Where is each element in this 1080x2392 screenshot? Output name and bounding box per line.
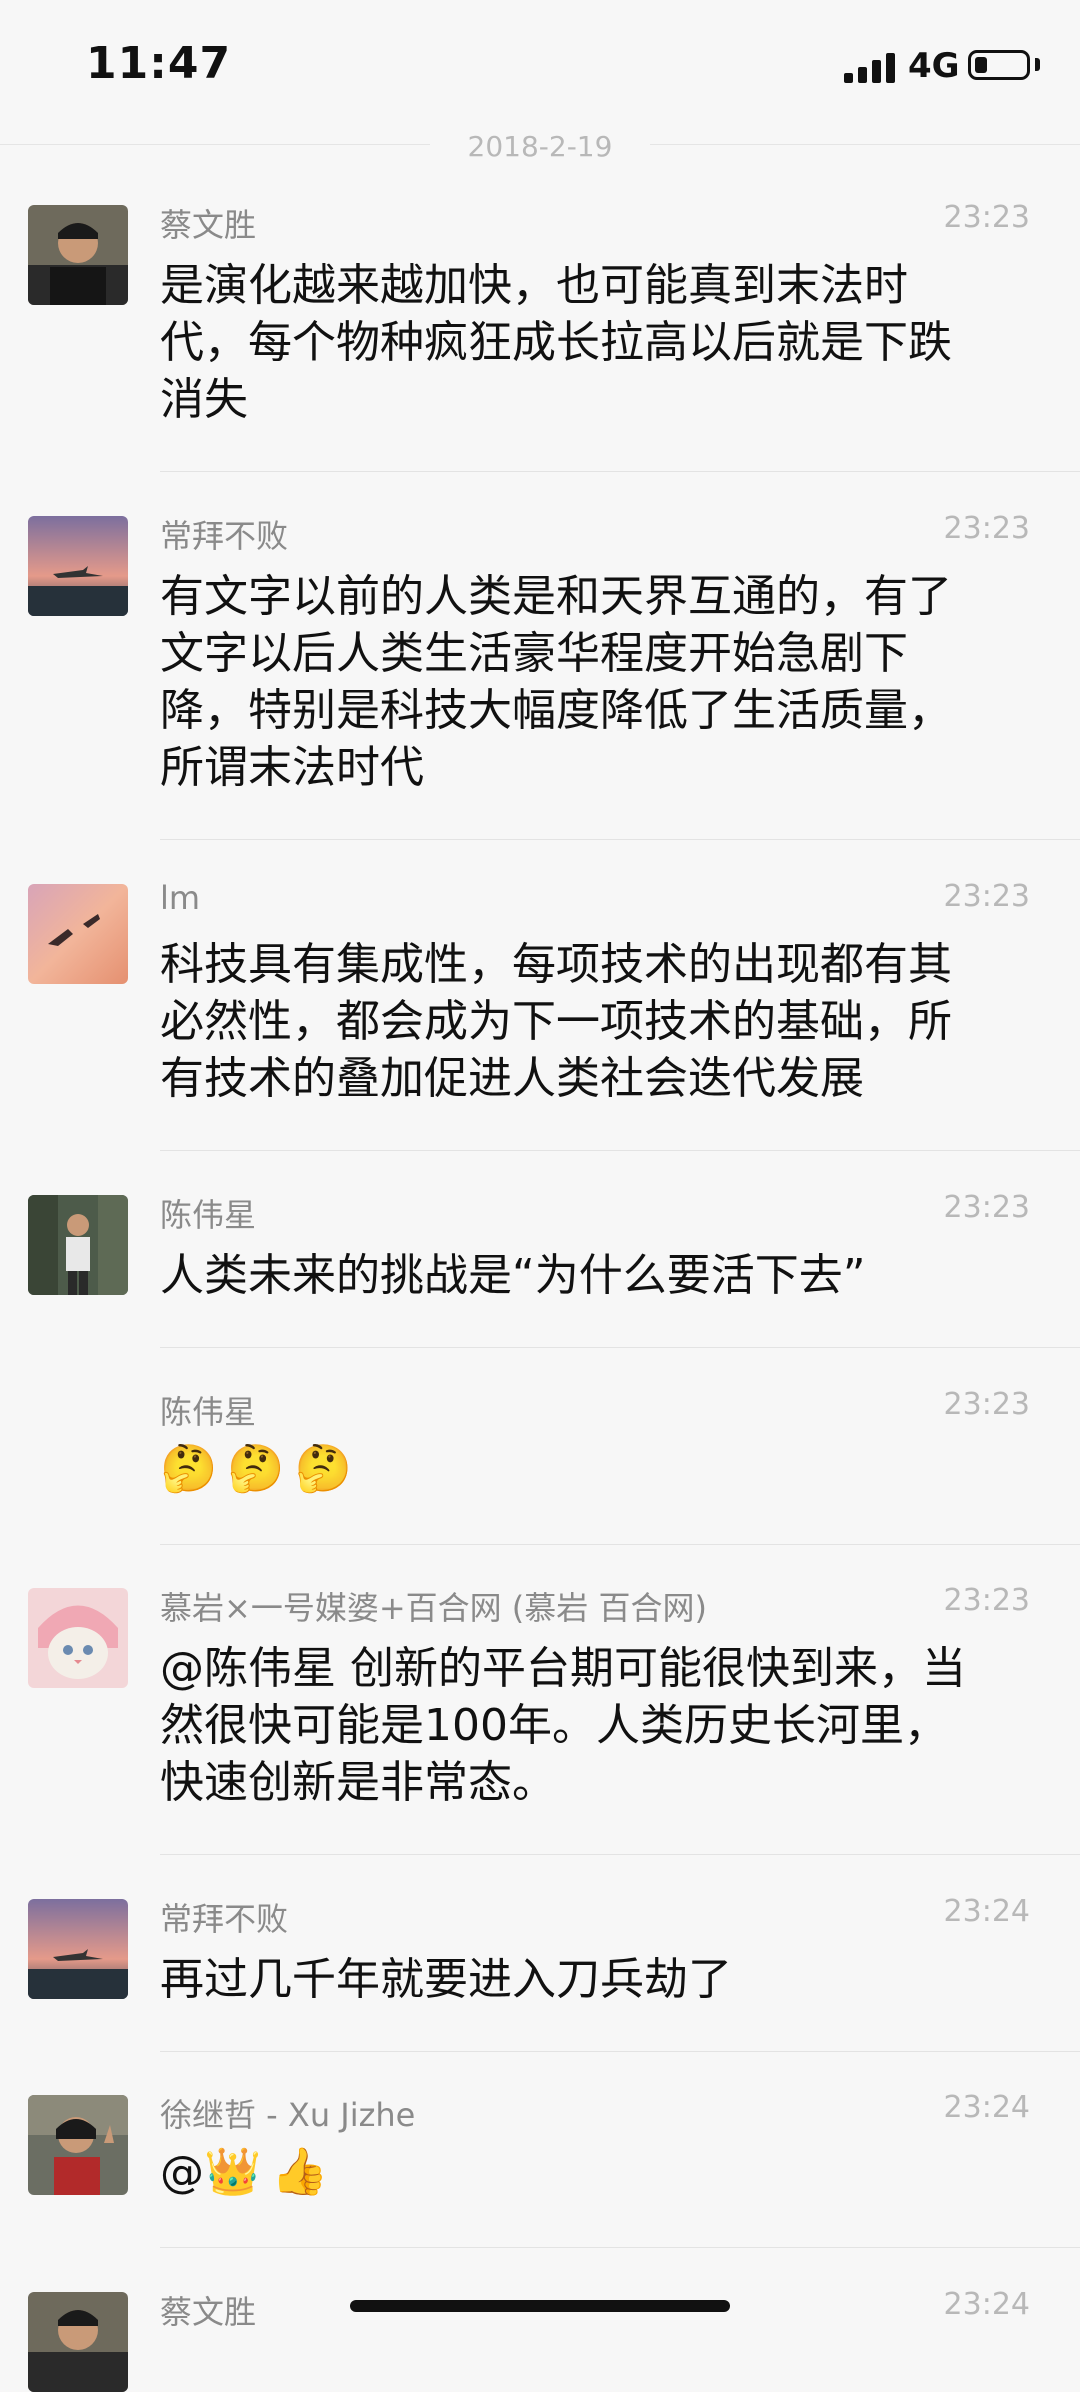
sender-name: 常拜不败 <box>160 1900 289 1938</box>
sender-name: 蔡文胜 <box>160 2293 257 2331</box>
message-divider <box>160 839 1080 840</box>
avatar[interactable] <box>28 1588 128 1688</box>
date-separator: 2018-2-19 <box>0 130 1080 163</box>
crown-icon: 👑 <box>204 2144 262 2198</box>
message-divider <box>160 1150 1080 1151</box>
message-time: 23:24 <box>943 1894 1030 1929</box>
message-time: 23:23 <box>943 511 1030 546</box>
sender-name: 陈伟星 <box>160 1196 257 1234</box>
home-indicator[interactable] <box>350 2300 730 2312</box>
message-time: 23:23 <box>943 1190 1030 1225</box>
message-time: 23:24 <box>943 2287 1030 2322</box>
status-time: 11:47 <box>86 38 232 89</box>
avatar[interactable] <box>28 516 128 616</box>
message-text: @陈伟星 创新的平台期可能很快到来，当 然很快可能是100年。人类历史长河里， 快速… <box>160 1643 966 1808</box>
thumbs-up-icon: 👍 <box>271 2144 329 2198</box>
date-divider-right <box>650 144 1080 145</box>
avatar[interactable] <box>28 884 128 984</box>
battery-icon <box>968 50 1030 80</box>
sender-name: 慕岩×一号媒婆+百合网 (慕岩 百合网) <box>160 1589 707 1627</box>
sender-name: 徐继哲 - Xu Jizhe <box>160 2096 416 2134</box>
avatar[interactable] <box>28 2095 128 2195</box>
message-time: 23:23 <box>943 1387 1030 1422</box>
thinking-face-icon: 🤔 <box>294 1441 352 1495</box>
message-divider <box>160 1854 1080 1855</box>
battery-tip <box>1035 58 1040 71</box>
cellular-signal-icon <box>844 53 898 83</box>
thinking-face-icon: 🤔 <box>227 1441 285 1495</box>
message-divider <box>160 1544 1080 1545</box>
sender-name: 陈伟星 <box>160 1393 257 1431</box>
message-time: 23:24 <box>943 2090 1030 2125</box>
avatar[interactable] <box>28 2292 128 2392</box>
battery-level-fill <box>975 57 987 73</box>
message-text: 有文字以前的人类是和天界互通的，有了 文字以后人类生活豪华程度开始急剧下 降，特别是… <box>160 571 952 793</box>
message-emoji-row: 🤔 🤔 🤔 <box>160 1440 1020 1498</box>
sender-name: 常拜不败 <box>160 517 289 555</box>
message-divider <box>160 471 1080 472</box>
message-time: 23:23 <box>943 1583 1030 1618</box>
thinking-face-icon: 🤔 <box>160 1441 218 1495</box>
message-divider <box>160 2051 1080 2052</box>
network-type: 4G <box>908 46 960 86</box>
message-time: 23:23 <box>943 200 1030 235</box>
message-content: @👑 👍 <box>160 2143 1020 2201</box>
message-time: 23:23 <box>943 879 1030 914</box>
sender-name: 蔡文胜 <box>160 206 257 244</box>
message-divider <box>160 1347 1080 1348</box>
date-text: 2018-2-19 <box>467 130 613 163</box>
message-text: 是演化越来越加快，也可能真到末法时 代，每个物种疯狂成长拉高以后就是下跌 消失 <box>160 260 952 425</box>
message-text: 科技具有集成性，每项技术的出现都有其 必然性，都会成为下一项技术的基础，所 有技术的… <box>160 939 952 1104</box>
avatar[interactable] <box>28 205 128 305</box>
message-text: 再过几千年就要进入刀兵劫了 <box>160 1954 732 2005</box>
avatar[interactable] <box>28 1899 128 1999</box>
status-bar: 11:47 4G <box>0 0 1080 130</box>
message-divider <box>160 2247 1080 2248</box>
sender-name: lm <box>160 879 201 917</box>
message-text: 人类未来的挑战是“为什么要活下去” <box>160 1250 866 1301</box>
avatar[interactable] <box>28 1195 128 1295</box>
mention-symbol: @ <box>160 2147 204 2198</box>
